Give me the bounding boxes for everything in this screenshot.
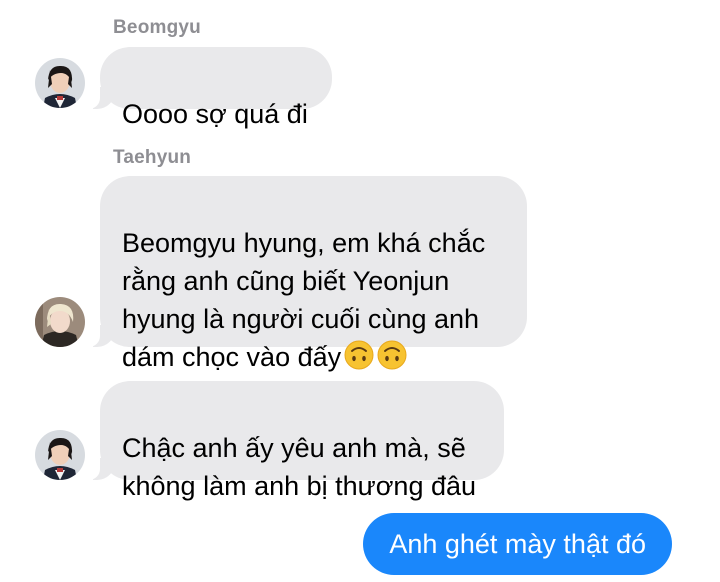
message-bubble-outgoing[interactable]: Anh ghét mày thật đó [363,513,672,575]
upside-down-face-emoji [377,340,407,370]
message-text: Oooo sợ quá đi [122,99,308,129]
message-bubble-incoming[interactable]: Beomgyu hyung, em khá chắc rằng anh cũng… [87,176,527,372]
avatar-taehyun[interactable] [35,297,85,347]
message-bubble-incoming[interactable]: Chậc anh ấy yêu anh mà, sẽ không làm anh… [87,381,504,501]
sender-name-beomgyu: Beomgyu [113,17,201,38]
avatar-beomgyu[interactable] [35,430,85,480]
message-text: Anh ghét mày thật đó [389,529,646,559]
message-bubble-incoming[interactable]: Oooo sợ quá đi [87,47,332,129]
message-text: Chậc anh ấy yêu anh mà, sẽ không làm anh… [122,433,477,501]
upside-down-face-emoji [344,340,374,370]
avatar-beomgyu[interactable] [35,58,85,108]
sender-name-taehyun: Taehyun [113,147,192,168]
message-text: Beomgyu hyung, em khá chắc rằng anh cũng… [122,228,486,372]
